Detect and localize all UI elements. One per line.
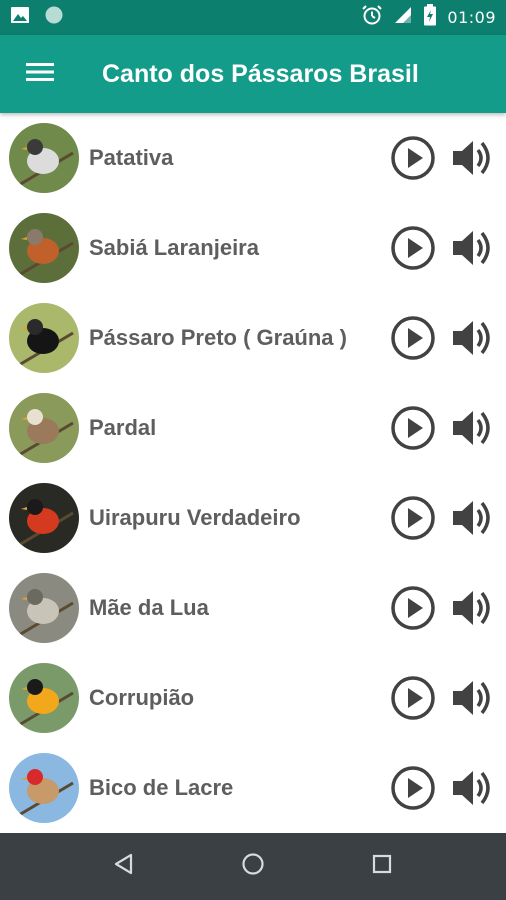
bird-list-item[interactable]: Pássaro Preto ( Graúna ): [0, 293, 506, 383]
volume-button[interactable]: [450, 497, 496, 539]
play-circle-icon: [390, 226, 436, 275]
hamburger-menu-icon: [26, 61, 54, 88]
play-circle-icon: [390, 586, 436, 635]
back-button[interactable]: [104, 847, 144, 887]
signal-icon: [393, 5, 413, 30]
status-left: [10, 5, 64, 30]
bird-name: Uirapuru Verdadeiro: [89, 505, 301, 530]
bird-list-item[interactable]: Bico de Lacre: [0, 743, 506, 833]
bird-list-item[interactable]: Uirapuru Verdadeiro: [0, 473, 506, 563]
bird-avatar: [9, 663, 79, 733]
play-button[interactable]: [390, 495, 436, 541]
volume-icon: [450, 321, 496, 363]
bird-name: Mãe da Lua: [89, 595, 209, 620]
play-circle-icon: [390, 496, 436, 545]
volume-icon: [450, 771, 496, 813]
bird-name: Bico de Lacre: [89, 775, 234, 800]
bird-list-item[interactable]: Corrupião: [0, 653, 506, 743]
play-button[interactable]: [390, 585, 436, 631]
app-bar: Canto dos Pássaros Brasil: [0, 35, 506, 113]
play-button[interactable]: [390, 135, 436, 181]
status-bar: 01:09: [0, 0, 506, 35]
volume-button[interactable]: [450, 227, 496, 269]
volume-icon: [450, 141, 496, 183]
play-circle-icon: [390, 136, 436, 185]
status-right: 01:09: [361, 4, 496, 31]
bird-list: Patativa Sabiá Laranjeira Pássaro Preto …: [0, 113, 506, 833]
volume-button[interactable]: [450, 677, 496, 719]
bird-avatar: [9, 303, 79, 373]
play-button[interactable]: [390, 675, 436, 721]
volume-button[interactable]: [450, 767, 496, 809]
volume-icon: [450, 681, 496, 723]
bird-list-item[interactable]: Pardal: [0, 383, 506, 473]
home-icon: [241, 852, 265, 881]
bird-name: Pássaro Preto ( Graúna ): [89, 325, 347, 350]
volume-button[interactable]: [450, 137, 496, 179]
bird-avatar: [9, 753, 79, 823]
bird-name: Pardal: [89, 415, 157, 440]
navigation-bar: [0, 833, 506, 900]
recents-icon: [371, 853, 393, 880]
image-icon: [10, 5, 30, 30]
play-button[interactable]: [390, 405, 436, 451]
battery-icon: [423, 4, 437, 31]
bird-list-item[interactable]: Mãe da Lua: [0, 563, 506, 653]
bird-name: Sabiá Laranjeira: [89, 235, 259, 260]
bird-name: Patativa: [89, 145, 174, 170]
bird-avatar: [9, 573, 79, 643]
volume-icon: [450, 501, 496, 543]
volume-icon: [450, 591, 496, 633]
app-title: Canto dos Pássaros Brasil: [102, 59, 419, 88]
play-circle-icon: [390, 406, 436, 455]
bird-avatar: [9, 483, 79, 553]
bird-avatar: [9, 213, 79, 283]
bird-avatar: [9, 393, 79, 463]
volume-icon: [450, 411, 496, 453]
menu-button[interactable]: [0, 35, 80, 113]
status-time: 01:09: [447, 8, 496, 27]
circle-notification-icon: [44, 5, 64, 30]
volume-button[interactable]: [450, 317, 496, 359]
play-button[interactable]: [390, 315, 436, 361]
play-circle-icon: [390, 676, 436, 725]
alarm-icon: [361, 4, 383, 31]
volume-icon: [450, 231, 496, 273]
back-icon: [113, 852, 135, 881]
bird-list-item[interactable]: Patativa: [0, 113, 506, 203]
play-button[interactable]: [390, 765, 436, 811]
home-button[interactable]: [233, 847, 273, 887]
play-circle-icon: [390, 766, 436, 815]
bird-name: Corrupião: [89, 685, 195, 710]
play-button[interactable]: [390, 225, 436, 271]
recents-button[interactable]: [362, 847, 402, 887]
volume-button[interactable]: [450, 587, 496, 629]
bird-list-item[interactable]: Sabiá Laranjeira: [0, 203, 506, 293]
volume-button[interactable]: [450, 407, 496, 449]
play-circle-icon: [390, 316, 436, 365]
bird-avatar: [9, 123, 79, 193]
